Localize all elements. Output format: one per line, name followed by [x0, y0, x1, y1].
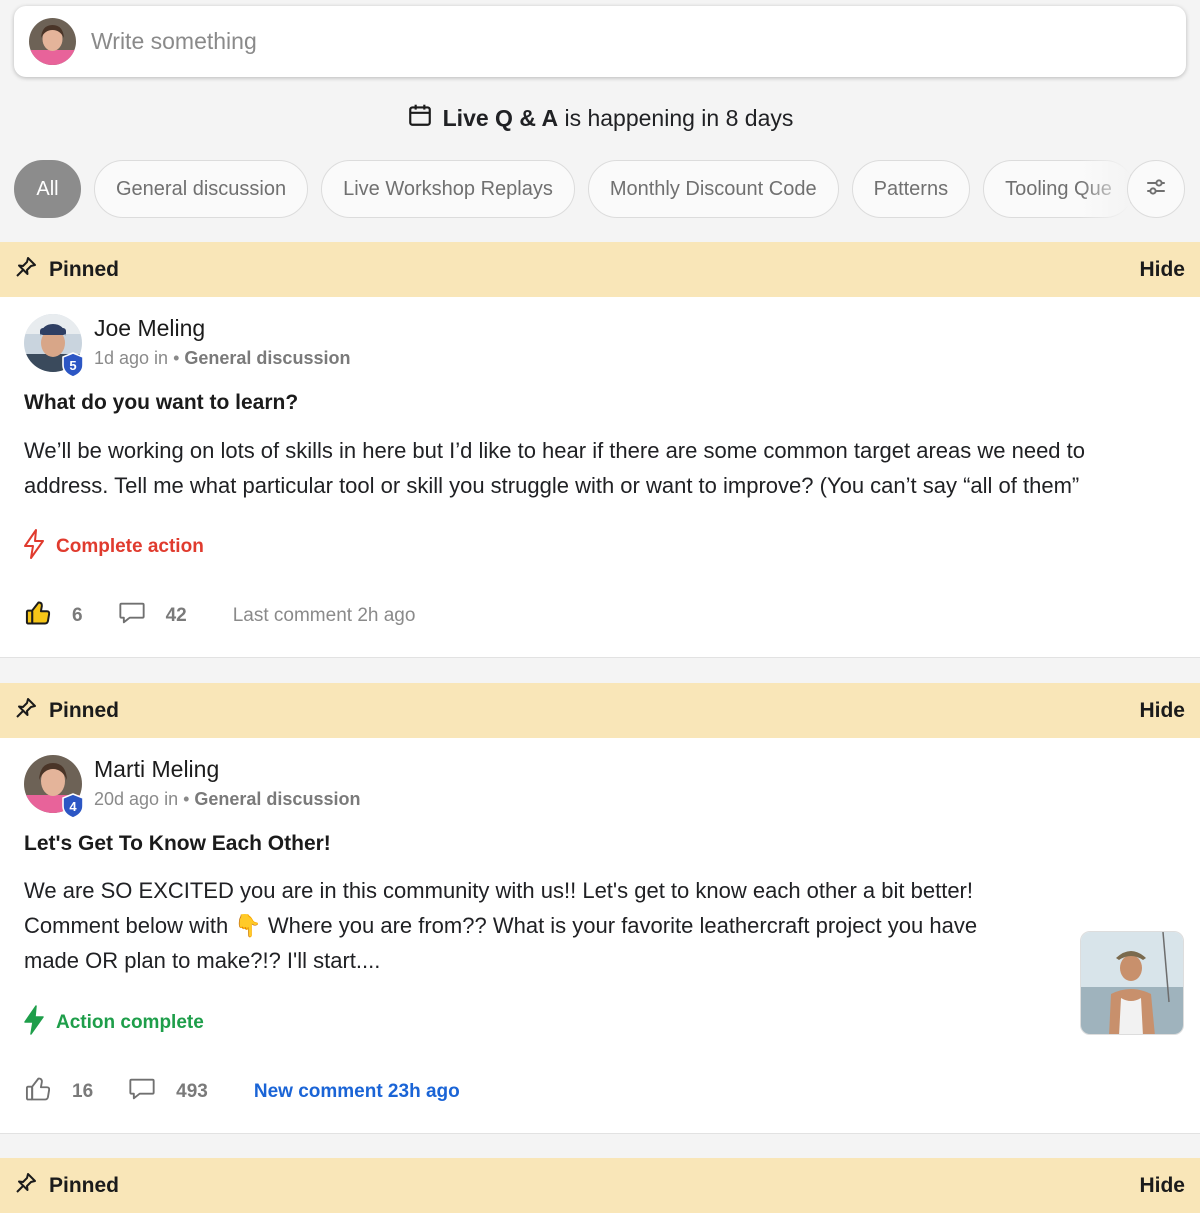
category-filter-bar: All General discussion Live Workshop Rep…: [14, 160, 1186, 218]
post-thumbnail[interactable]: [1080, 931, 1184, 1035]
live-event-banner[interactable]: Live Q & A is happening in 8 days: [0, 98, 1200, 138]
complete-action-button[interactable]: Complete action: [22, 528, 204, 566]
svg-text:4: 4: [69, 799, 77, 814]
comment-button[interactable]: [118, 600, 146, 632]
user-avatar: [29, 18, 76, 65]
post-title[interactable]: Let's Get To Know Each Other!: [24, 832, 331, 856]
post-stats: 16 493 New comment 23h ago: [24, 1075, 460, 1109]
post-card[interactable]: 5 Joe Meling 1d ago in • General discuss…: [0, 297, 1200, 658]
chip-scroll-fade: [1080, 160, 1130, 218]
pinned-bar: Pinned Hide: [0, 1158, 1200, 1213]
like-count: 6: [72, 605, 83, 626]
post-composer[interactable]: [14, 6, 1186, 77]
action-label: Action complete: [56, 1012, 204, 1033]
comment-button[interactable]: [128, 1076, 156, 1108]
action-label: Complete action: [56, 536, 204, 557]
post-card[interactable]: 4 Marti Meling 20d ago in • General disc…: [0, 738, 1200, 1134]
calendar-icon: [407, 102, 433, 134]
thumbs-up-icon: [24, 601, 52, 632]
live-event-countdown: is happening in 8 days: [564, 104, 794, 131]
post-body[interactable]: We are SO EXCITED you are in this commun…: [24, 873, 1054, 978]
thumbs-up-icon: [24, 1077, 52, 1108]
composer-input[interactable]: [91, 28, 1091, 55]
hide-button[interactable]: Hide: [1139, 699, 1185, 723]
comment-count: 493: [176, 1081, 208, 1102]
comment-icon: [128, 1078, 156, 1107]
live-event-title: Live Q & A: [442, 104, 559, 131]
chip-general-discussion[interactable]: General discussion: [94, 160, 309, 218]
last-comment-time[interactable]: Last comment 2h ago: [233, 605, 416, 627]
post-meta: 20d ago in • General discussion: [94, 789, 361, 809]
post-meta: 1d ago in • General discussion: [94, 348, 351, 368]
pin-icon: [14, 1171, 38, 1201]
post-title[interactable]: What do you want to learn?: [24, 391, 298, 415]
svg-text:5: 5: [69, 358, 76, 373]
pin-icon: [14, 255, 38, 285]
pin-icon: [14, 696, 38, 726]
pinned-bar: Pinned Hide: [0, 242, 1200, 297]
pinned-label: Pinned: [49, 698, 120, 722]
new-comment-link[interactable]: New comment 23h ago: [254, 1081, 460, 1103]
comment-icon: [118, 602, 146, 631]
post-body[interactable]: We’ll be working on lots of skills in he…: [24, 433, 1174, 503]
author-name[interactable]: Joe Meling: [94, 315, 350, 342]
pinned-label: Pinned: [49, 257, 120, 281]
post-category-link[interactable]: General discussion: [194, 789, 360, 809]
chip-monthly-discount-code[interactable]: Monthly Discount Code: [587, 160, 839, 218]
sliders-icon: [1144, 175, 1168, 204]
lightning-icon: [22, 528, 46, 566]
post-category-link[interactable]: General discussion: [184, 348, 350, 368]
post-header: 5 Joe Meling 1d ago in • General discuss…: [24, 314, 351, 378]
post-stats: 6 42 Last comment 2h ago: [24, 599, 415, 633]
pinned-bar: Pinned Hide: [0, 683, 1200, 738]
chip-all[interactable]: All: [14, 160, 81, 218]
level-badge: 5: [61, 352, 85, 378]
pinned-label: Pinned: [49, 1173, 120, 1197]
like-count: 16: [72, 1081, 94, 1102]
comment-count: 42: [165, 605, 187, 626]
hide-button[interactable]: Hide: [1139, 258, 1185, 282]
filter-button[interactable]: [1127, 160, 1185, 218]
action-complete-status[interactable]: Action complete: [22, 1004, 204, 1042]
post-header: 4 Marti Meling 20d ago in • General disc…: [24, 755, 361, 819]
like-button[interactable]: [24, 599, 52, 633]
like-button[interactable]: [24, 1075, 52, 1109]
lightning-icon: [22, 1004, 46, 1042]
hide-button[interactable]: Hide: [1139, 1174, 1185, 1198]
author-name[interactable]: Marti Meling: [94, 756, 360, 783]
chip-live-workshop-replays[interactable]: Live Workshop Replays: [321, 160, 575, 218]
chip-patterns[interactable]: Patterns: [851, 160, 971, 218]
pointing-down-emoji: 👇: [234, 913, 262, 938]
level-badge: 4: [61, 793, 85, 819]
